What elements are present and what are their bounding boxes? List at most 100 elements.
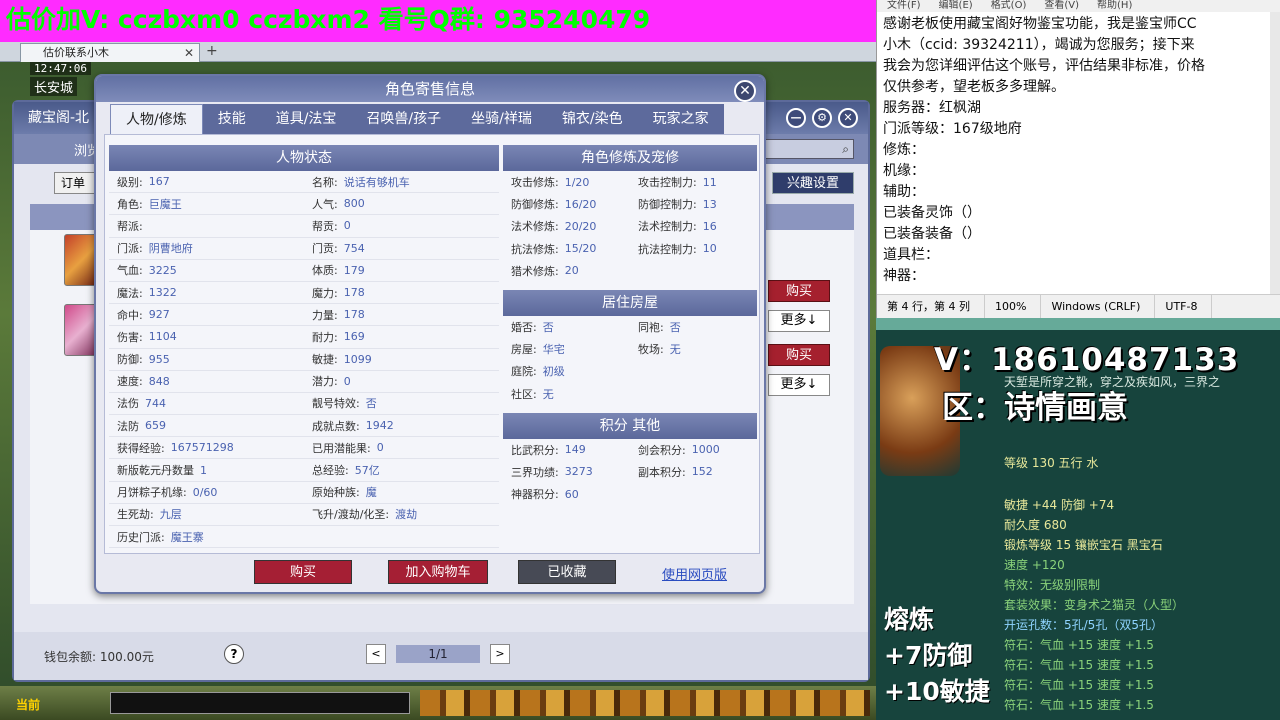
window-title: 藏宝阁-北 (28, 110, 90, 126)
stat-value: 渡劫 (395, 508, 418, 522)
stat-label: 防御: (117, 353, 143, 367)
dialog-footer: 购买 加入购物车 已收藏 使用网页版 (96, 560, 764, 590)
stat-label: 气血: (117, 264, 143, 278)
stat-label: 神器积分: (511, 488, 559, 502)
stat-cell: 同袍: 否 (630, 316, 757, 338)
stat-value: 说话有够机车 (343, 175, 410, 189)
stat-label: 同袍: (638, 321, 664, 335)
stat-value: 魔 (365, 486, 377, 500)
scrollbar[interactable] (1270, 12, 1280, 294)
more-button[interactable]: 更多↓ (768, 374, 830, 396)
section-header: 积分 其他 (503, 412, 757, 439)
status-field: UTF-8 (1165, 295, 1213, 318)
contact-overlay: V：18610487133 (934, 342, 1240, 378)
stat-value: 否 (542, 321, 554, 335)
promo-banner: 估价加V: cczbxm0 cczbxm2 看号Q群: 935240479 (0, 0, 876, 42)
dialog-tab[interactable]: 人物/修炼 (110, 104, 203, 134)
stat-cell: 婚否: 否 (503, 316, 630, 338)
dialog-tab[interactable]: 道具/法宝 (260, 104, 352, 134)
add-tab-icon[interactable]: + (206, 42, 218, 60)
search-icon[interactable]: ⌕ (842, 142, 849, 157)
stat-cell: 生死劫: 九层 (109, 504, 304, 526)
menu-item[interactable]: 文件(F) (887, 0, 921, 12)
dialog-tab[interactable]: 玩家之家 (637, 104, 724, 134)
tab-close-icon[interactable]: ✕ (184, 44, 194, 62)
menu-item[interactable]: 查看(V) (1044, 0, 1079, 12)
server-overlay: 区：诗情画意 (942, 390, 1128, 426)
dialog-tab[interactable]: 召唤兽/孩子 (351, 104, 457, 134)
stat-cell (630, 360, 757, 382)
dialog-tab[interactable]: 坐骑/祥瑞 (456, 104, 547, 134)
stat-cell: 魔力: 178 (304, 282, 499, 305)
stat-cell: 历史门派: 魔王寨 (109, 526, 304, 549)
stat-cell: 名称: 说话有够机车 (304, 171, 499, 194)
stat-label: 月饼粽子机缘: (117, 486, 187, 500)
web-version-link[interactable]: 使用网页版 (662, 564, 727, 583)
interest-settings-button[interactable]: 兴趣设置 (772, 172, 854, 194)
game-clock: 12:47:06 (30, 62, 91, 75)
stat-value: 149 (564, 443, 586, 457)
item-agility: 敏捷 +44 防御 +74 (1004, 498, 1115, 512)
minimize-button[interactable]: — (786, 108, 806, 128)
item-level: 等级 130 五行 水 (1004, 456, 1099, 470)
channel-current[interactable]: 当前 (16, 696, 40, 713)
stat-value: 15/20 (564, 242, 597, 256)
stat-cell: 敏捷: 1099 (304, 349, 499, 371)
notepad-text[interactable]: 感谢老板使用藏宝阁好物鉴宝功能，我是鉴宝师CC 小木（ccid: 39324211… (877, 12, 1280, 292)
dialog-tab[interactable]: 锦衣/染色 (546, 104, 638, 134)
stat-value: 3225 (148, 263, 177, 277)
menu-item[interactable]: 编辑(E) (939, 0, 973, 12)
chat-input[interactable] (110, 692, 410, 714)
toolbar-icons[interactable] (420, 690, 870, 716)
stat-label: 命中: (117, 308, 143, 322)
buy-button[interactable]: 购买 (768, 344, 830, 366)
stat-label: 角色: (117, 197, 143, 211)
stat-cell: 月饼粽子机缘: 0/60 (109, 482, 304, 504)
text-line: 修炼： (883, 142, 925, 158)
overlay-top-strip (876, 318, 1280, 330)
settings-button[interactable]: ⚙ (812, 108, 832, 128)
stat-value: 巨魔王 (148, 197, 182, 211)
stat-value: 57亿 (354, 464, 380, 478)
stat-value: 800 (343, 197, 365, 211)
stat-value: 178 (343, 286, 365, 300)
item-durability: 耐久度 680 (1004, 518, 1067, 532)
stat-cell: 门贡: 754 (304, 238, 499, 260)
stat-cell: 法伤 744 (109, 393, 304, 416)
stat-label: 法伤 (117, 397, 139, 411)
item-set: 套装效果：变身术之猫灵（人型） (1004, 598, 1185, 612)
text-line: 道具栏： (883, 247, 939, 263)
buy-button[interactable]: 购买 (768, 280, 830, 302)
stat-label: 耐力: (312, 330, 338, 344)
stat-label: 敏捷: (312, 353, 338, 367)
more-button[interactable]: 更多↓ (768, 310, 830, 332)
stat-value: 0 (376, 441, 384, 455)
prev-page-button[interactable]: < (366, 644, 386, 664)
menu-item[interactable]: 格式(O) (991, 0, 1027, 12)
buy-button[interactable]: 购买 (254, 560, 352, 584)
stat-cell: 魔法: 1322 (109, 282, 304, 305)
text-line: 机缘： (883, 163, 925, 179)
close-icon[interactable]: ✕ (734, 80, 756, 102)
stat-label: 名称: (312, 175, 338, 189)
close-button[interactable]: ✕ (838, 108, 858, 128)
stat-cell: 帮贡: 0 (304, 215, 499, 238)
stat-value: 初级 (542, 365, 565, 379)
favorited-button[interactable]: 已收藏 (518, 560, 616, 584)
stat-label: 已用潜能果: (312, 441, 371, 455)
status-field: 第 4 行，第 4 列 (887, 295, 985, 318)
dialog-tab[interactable]: 技能 (202, 104, 261, 134)
help-icon[interactable]: ? (224, 644, 244, 664)
next-page-button[interactable]: > (490, 644, 510, 664)
stat-cell: 新版乾元丹数量 1 (109, 459, 304, 482)
stat-label: 猎术修炼: (511, 264, 559, 278)
menu-item[interactable]: 帮助(H) (1097, 0, 1132, 12)
add-to-cart-button[interactable]: 加入购物车 (388, 560, 488, 584)
stat-label: 靓号特效: (312, 397, 360, 411)
melt-agility: +10敏捷 (884, 677, 990, 706)
stat-label: 新版乾元丹数量 (117, 464, 194, 478)
section-header: 人物状态 (109, 145, 499, 171)
stat-label: 力量: (312, 308, 338, 322)
browser-tab[interactable]: 估价联系小木 ✕ (20, 43, 200, 62)
stat-cell: 神器积分: 60 (503, 483, 630, 505)
